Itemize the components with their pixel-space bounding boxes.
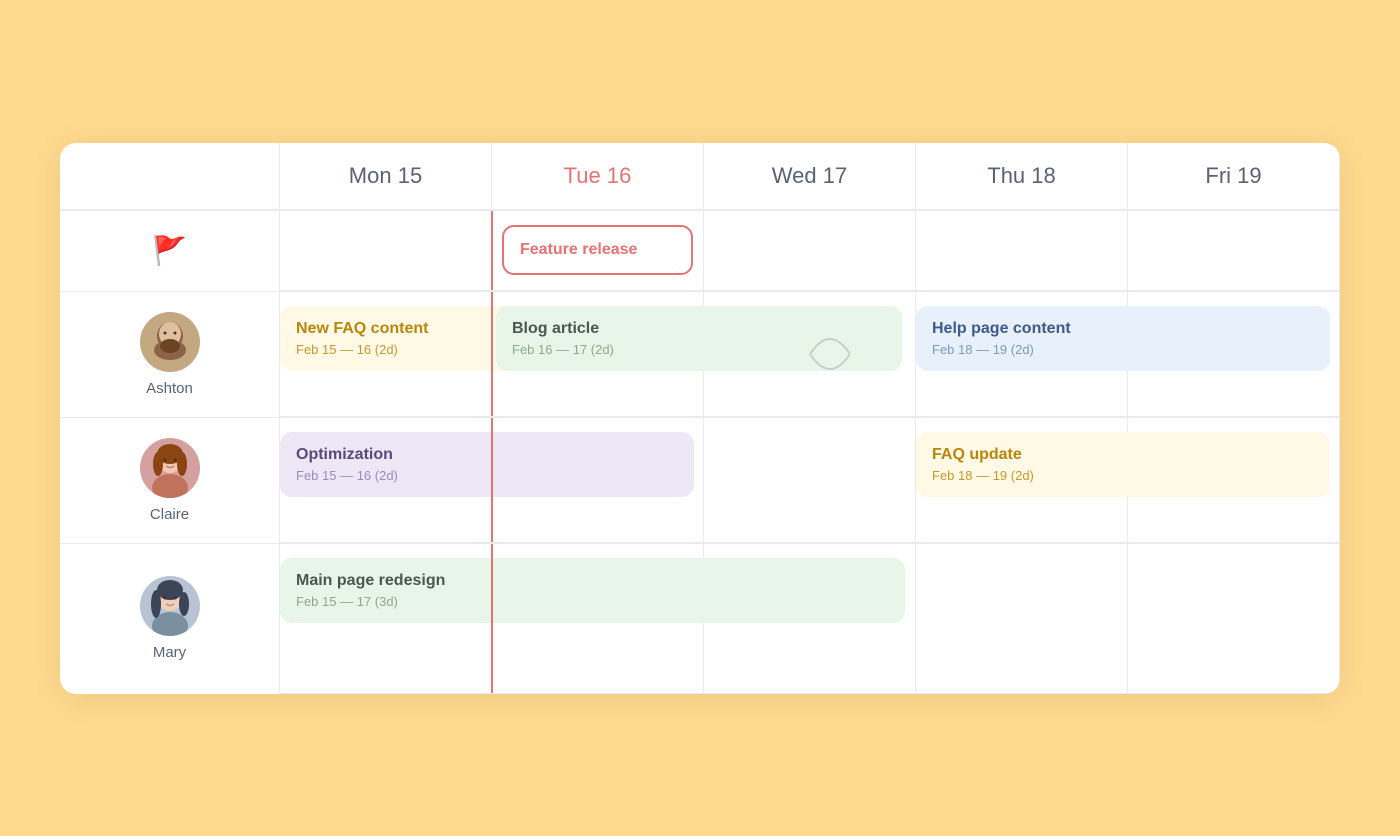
header-wed: Wed 17 bbox=[704, 143, 916, 210]
mary-person-col: Mary bbox=[60, 544, 280, 694]
header-fri: Fri 19 bbox=[1128, 143, 1340, 210]
task-optimization[interactable]: Optimization Feb 15 — 16 (2d) bbox=[280, 432, 694, 497]
flag-fri bbox=[1128, 211, 1340, 291]
claire-days: Optimization Feb 15 — 16 (2d) FAQ update… bbox=[280, 418, 1340, 543]
mary-mon: Main page redesign Feb 15 — 17 (3d) bbox=[280, 544, 492, 694]
mary-fri bbox=[1128, 544, 1340, 694]
mary-row: Mary Main page redesign Feb 15 — 17 (3d) bbox=[60, 544, 1340, 694]
ashton-person-col: Ashton bbox=[60, 292, 280, 417]
mary-days: Main page redesign Feb 15 — 17 (3d) bbox=[280, 544, 1340, 694]
task-main-redesign[interactable]: Main page redesign Feb 15 — 17 (3d) bbox=[280, 558, 905, 623]
flag-icon: 🚩 bbox=[152, 234, 187, 267]
today-line-mary bbox=[491, 544, 493, 693]
header-empty bbox=[60, 143, 280, 210]
today-line bbox=[491, 211, 493, 290]
ashton-mon: New FAQ content Feb 15 — 16 (2d) bbox=[280, 292, 492, 417]
claire-person-col: Claire bbox=[60, 418, 280, 543]
flag-thu bbox=[916, 211, 1128, 291]
task-feature-release[interactable]: Feature release bbox=[502, 225, 693, 275]
header-tue: Tue 16 bbox=[492, 143, 704, 210]
flag-wed bbox=[704, 211, 916, 291]
flag-days: Feature release bbox=[280, 211, 1340, 291]
ashton-avatar bbox=[140, 312, 200, 372]
ashton-row: Ashton New FAQ content Feb 15 — 16 (2d) … bbox=[60, 292, 1340, 418]
claire-name: Claire bbox=[150, 506, 189, 523]
claire-wed bbox=[704, 418, 916, 543]
task-help-page[interactable]: Help page content Feb 18 — 19 (2d) bbox=[916, 306, 1330, 371]
flag-mon bbox=[280, 211, 492, 291]
header-thu: Thu 18 bbox=[916, 143, 1128, 210]
flag-person-col: 🚩 bbox=[60, 211, 280, 291]
mary-avatar bbox=[140, 576, 200, 636]
ashton-thu: Help page content Feb 18 — 19 (2d) bbox=[916, 292, 1128, 417]
calendar-container: Mon 15 Tue 16 Wed 17 Thu 18 Fri 19 🚩 Fea… bbox=[60, 143, 1340, 694]
flag-row: 🚩 Feature release bbox=[60, 211, 1340, 292]
task-faq-update[interactable]: FAQ update Feb 18 — 19 (2d) bbox=[916, 432, 1330, 497]
claire-row: Claire Optimization Feb 15 — 16 (2d) FAQ… bbox=[60, 418, 1340, 544]
calendar-header: Mon 15 Tue 16 Wed 17 Thu 18 Fri 19 bbox=[60, 143, 1340, 211]
arc-connector bbox=[770, 314, 850, 394]
claire-thu: FAQ update Feb 18 — 19 (2d) bbox=[916, 418, 1128, 543]
claire-mon: Optimization Feb 15 — 16 (2d) bbox=[280, 418, 492, 543]
ashton-name: Ashton bbox=[146, 380, 193, 397]
mary-thu bbox=[916, 544, 1128, 694]
header-mon: Mon 15 bbox=[280, 143, 492, 210]
ashton-tue: Blog article Feb 16 — 17 (2d) bbox=[492, 292, 704, 417]
today-line-ashton bbox=[491, 292, 493, 416]
mary-name: Mary bbox=[153, 644, 186, 661]
claire-avatar bbox=[140, 438, 200, 498]
today-line-claire bbox=[491, 418, 493, 542]
ashton-days: New FAQ content Feb 15 — 16 (2d) Blog ar… bbox=[280, 292, 1340, 417]
flag-tue: Feature release bbox=[492, 211, 704, 291]
